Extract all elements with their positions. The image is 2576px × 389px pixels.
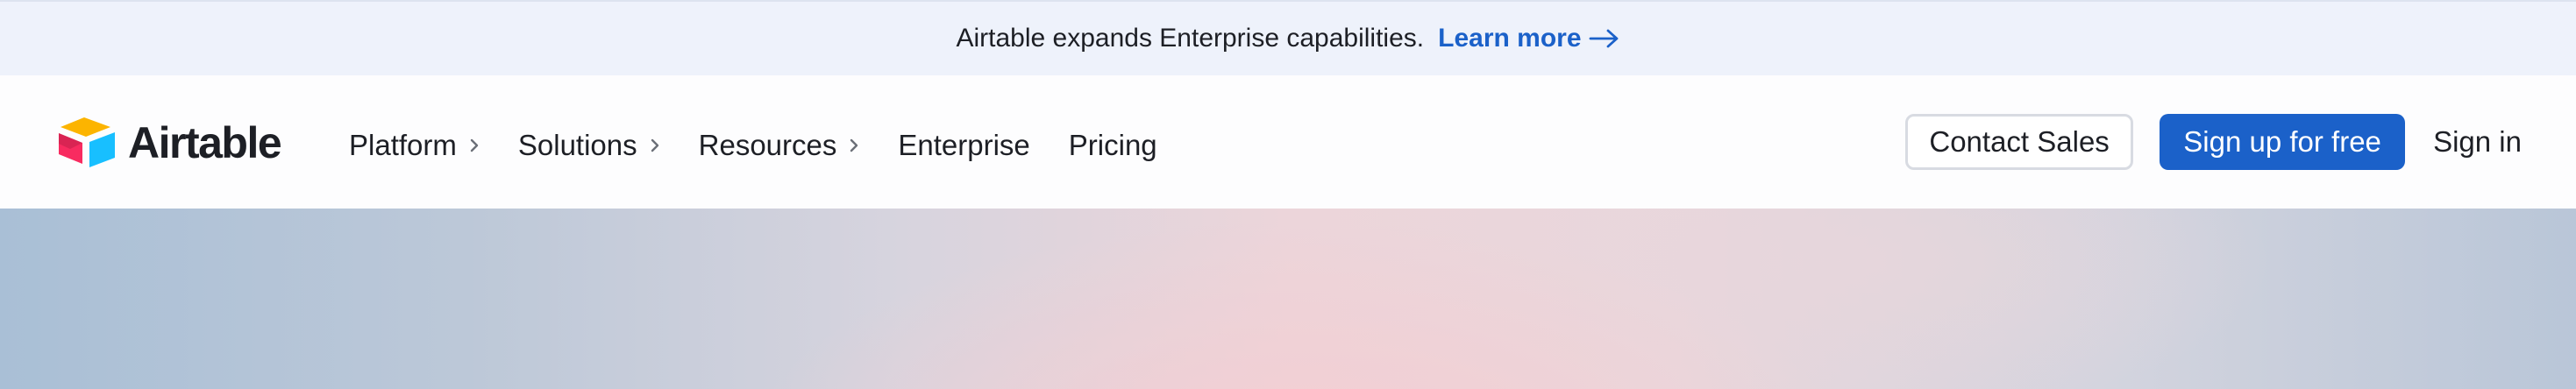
banner-message: Airtable expands Enterprise capabilities…: [956, 24, 1425, 53]
main-nav: Platform Solutions Resources Enterprise: [349, 119, 1196, 172]
nav-solutions[interactable]: Solutions: [518, 129, 660, 162]
sign-up-button[interactable]: Sign up for free: [2160, 114, 2406, 170]
chevron-right-icon: [651, 138, 658, 152]
header-actions: Contact Sales Sign up for free Sign in: [1905, 114, 2522, 170]
nav-solutions-label: Solutions: [517, 129, 637, 161]
arrow-right-icon: [1589, 29, 1618, 48]
contact-sales-button[interactable]: Contact Sales: [1905, 114, 2134, 170]
nav-pricing-label: Pricing: [1068, 129, 1157, 161]
chevron-right-icon: [470, 138, 479, 152]
nav-resources[interactable]: Resources: [699, 129, 860, 162]
nav-enterprise-label: Enterprise: [898, 129, 1030, 161]
chevron-right-icon: [850, 138, 858, 152]
logo-wordmark: Airtable: [128, 118, 282, 167]
nav-platform-label: Platform: [349, 129, 457, 161]
page: Airtable expands Enterprise capabilities…: [0, 0, 2576, 389]
learn-more-label: Learn more: [1438, 24, 1582, 53]
airtable-logo[interactable]: Airtable: [56, 116, 282, 170]
airtable-logo-icon: [59, 117, 115, 167]
announcement-banner: Airtable expands Enterprise capabilities…: [0, 0, 2576, 75]
learn-more-link[interactable]: Learn more: [1438, 24, 1619, 53]
nav-enterprise[interactable]: Enterprise: [898, 129, 1029, 162]
nav-resources-label: Resources: [698, 129, 837, 161]
site-header: Airtable Platform Solutions Resources En…: [0, 75, 2576, 209]
nav-pricing[interactable]: Pricing: [1069, 129, 1157, 162]
nav-platform[interactable]: Platform: [349, 129, 480, 162]
sign-in-link[interactable]: Sign in: [2433, 125, 2522, 159]
hero-background: [0, 209, 2576, 389]
